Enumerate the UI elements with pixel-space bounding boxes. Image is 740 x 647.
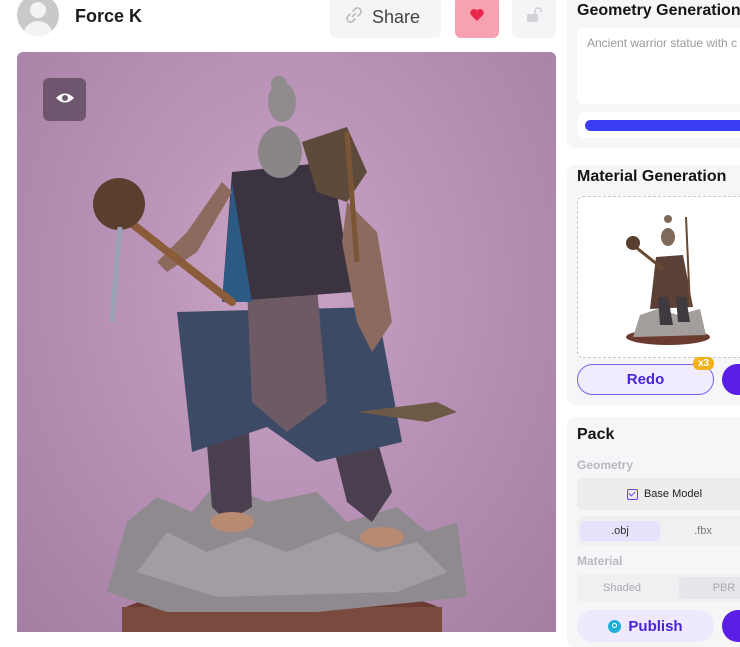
geometry-generation-panel: Geometry Generation Ancient warrior stat… [567, 0, 740, 148]
eye-icon [55, 91, 75, 109]
material-generation-panel: Material Generation Redo x3 [567, 165, 740, 405]
share-button[interactable]: Share [330, 0, 441, 38]
generate-button[interactable] [722, 364, 740, 395]
base-model-label: Base Model [643, 488, 703, 500]
generation-progress [577, 112, 740, 138]
progress-fill [585, 120, 740, 131]
geometry-generation-title: Geometry Generation [577, 2, 740, 19]
publish-button[interactable]: Publish [577, 610, 714, 642]
prompt-input[interactable]: Ancient warrior statue with c [577, 28, 740, 104]
model-viewer[interactable] [17, 52, 556, 632]
material-preview[interactable] [577, 196, 740, 358]
redo-count-badge: x3 [693, 357, 715, 370]
heart-icon [469, 8, 485, 27]
format-fbx[interactable]: .fbx [663, 521, 740, 541]
geometry-label: Geometry [577, 458, 634, 472]
base-model-option[interactable]: Base Model [577, 478, 740, 510]
textured-model-thumbnail [626, 215, 710, 345]
material-shaded[interactable]: Shaded [577, 577, 667, 599]
publish-action-button[interactable] [722, 610, 740, 642]
material-generation-title: Material Generation [577, 168, 727, 185]
username[interactable]: Force K [75, 6, 142, 27]
warrior-statue-model [93, 76, 467, 632]
checkbox-icon [626, 488, 638, 500]
material-pbr[interactable]: PBR [679, 577, 740, 599]
toggle-view-button[interactable] [43, 78, 86, 121]
material-label: Material [577, 554, 623, 568]
publish-icon [608, 619, 622, 633]
share-label: Share [372, 6, 421, 27]
unlock-icon [525, 6, 543, 29]
redo-button[interactable]: Redo [577, 364, 714, 395]
lock-button[interactable] [512, 0, 556, 38]
format-selector: .obj .fbx [577, 516, 740, 546]
user-avatar-icon[interactable] [17, 0, 59, 36]
pack-panel: Pack Geometry Base Model .obj .fbx Mater… [567, 417, 740, 647]
like-button[interactable] [455, 0, 499, 38]
link-icon [344, 5, 364, 30]
format-obj[interactable]: .obj [580, 521, 660, 541]
pack-title: Pack [577, 426, 615, 443]
material-selector: Shaded PBR [577, 574, 740, 602]
